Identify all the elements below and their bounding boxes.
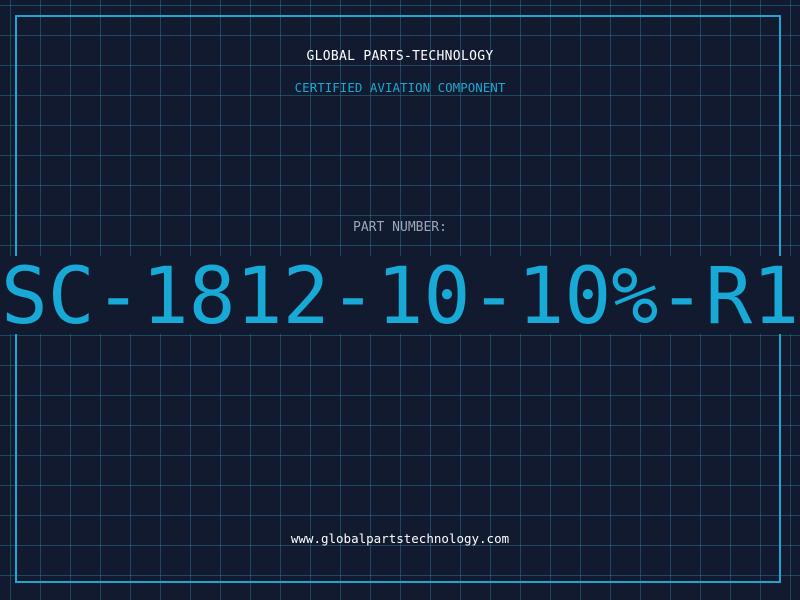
part-number-label: PART NUMBER: (353, 220, 447, 235)
company-name: GLOBAL PARTS-TECHNOLOGY (306, 49, 494, 64)
part-label-card: GLOBAL PARTS-TECHNOLOGY CERTIFIED AVIATI… (0, 0, 800, 600)
part-number-value: ISC-1812-10-10%-R13 (0, 252, 800, 342)
certification-tagline: CERTIFIED AVIATION COMPONENT (294, 80, 506, 95)
website-url: www.globalpartstechnology.com (290, 531, 510, 546)
